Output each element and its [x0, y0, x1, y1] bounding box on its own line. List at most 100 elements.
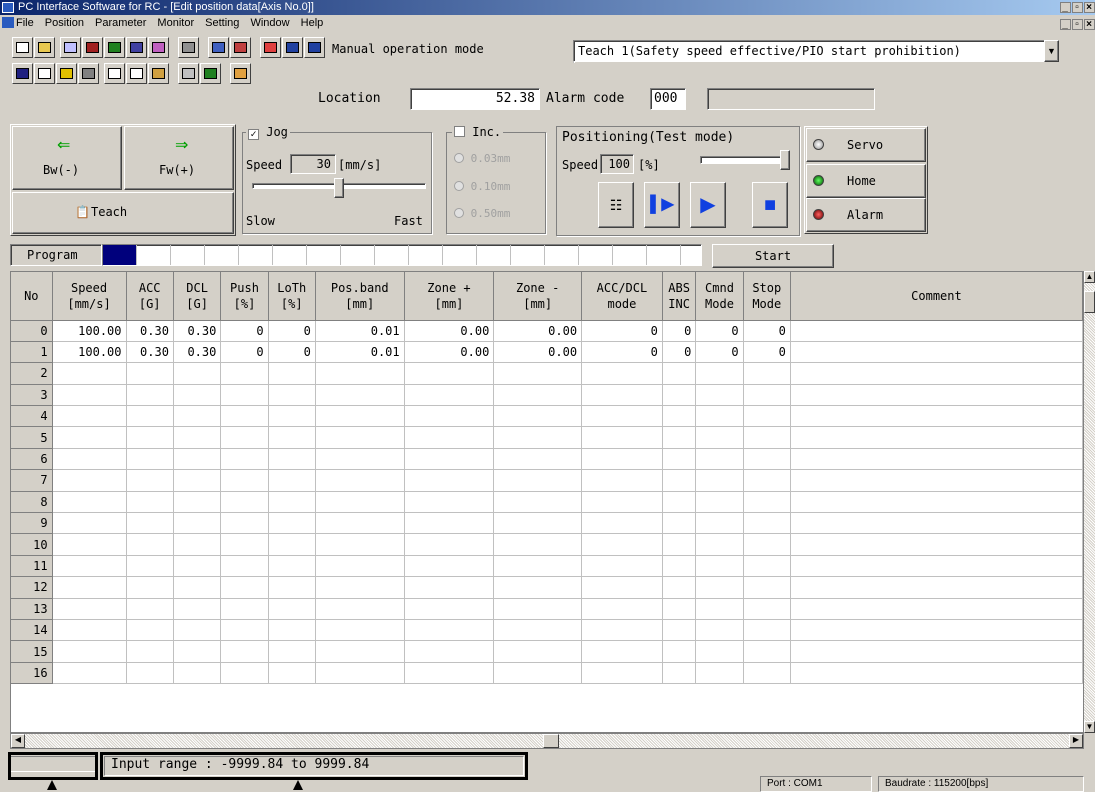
table-cell[interactable]: [52, 576, 127, 599]
tile-vertical-icon[interactable]: [304, 37, 325, 58]
teach-button[interactable]: 📋 Teach: [12, 192, 234, 234]
table-cell[interactable]: [220, 662, 269, 685]
table-cell[interactable]: [493, 384, 583, 407]
cut-icon[interactable]: [104, 63, 125, 84]
table-cell[interactable]: [268, 362, 316, 385]
close-button[interactable]: ×: [1084, 2, 1095, 13]
table-cell[interactable]: 0: [743, 320, 791, 342]
table-cell[interactable]: [743, 512, 791, 535]
table-cell[interactable]: [695, 426, 744, 449]
table-cell[interactable]: [404, 512, 495, 535]
table-cell[interactable]: [173, 555, 222, 578]
table-cell[interactable]: [173, 405, 222, 428]
table-cell[interactable]: 0.30: [126, 341, 174, 364]
table-cell[interactable]: [268, 598, 316, 620]
menu-file[interactable]: File: [16, 17, 34, 29]
table-cell[interactable]: [581, 512, 663, 535]
table-cell[interactable]: 0: [695, 341, 744, 364]
table-cell[interactable]: [404, 469, 495, 492]
step-run-button[interactable]: ▌▶: [644, 182, 680, 228]
table-row[interactable]: 6: [11, 448, 1083, 471]
table-cell[interactable]: [315, 384, 405, 407]
table-cell[interactable]: [220, 384, 269, 407]
table-cell[interactable]: [743, 662, 791, 685]
table-cell[interactable]: [695, 405, 744, 428]
table-cell[interactable]: [743, 384, 791, 407]
table-row[interactable]: 4: [11, 405, 1083, 428]
table-row[interactable]: 14: [11, 619, 1083, 642]
table-cell[interactable]: [790, 533, 1083, 556]
table-cell[interactable]: [790, 320, 1083, 342]
table-cell[interactable]: [173, 619, 222, 642]
table-cell[interactable]: [52, 533, 127, 556]
table-cell[interactable]: [493, 598, 583, 620]
table-cell[interactable]: [790, 426, 1083, 449]
table-cell[interactable]: [268, 533, 316, 556]
step-list-button[interactable]: ☷: [598, 182, 634, 228]
table-cell[interactable]: [493, 469, 583, 492]
table-row[interactable]: 15: [11, 640, 1083, 663]
table-cell[interactable]: [220, 555, 269, 578]
table-cell[interactable]: [581, 384, 663, 407]
table-cell[interactable]: [581, 426, 663, 449]
menu-position[interactable]: Position: [45, 17, 84, 29]
table-cell[interactable]: 0: [695, 320, 744, 342]
column-header[interactable]: ACC [G]: [126, 272, 174, 321]
table-cell[interactable]: [743, 405, 791, 428]
table-cell[interactable]: [126, 555, 174, 578]
table-cell[interactable]: [695, 384, 744, 407]
table-cell[interactable]: [695, 362, 744, 385]
table-cell[interactable]: [315, 662, 405, 685]
positioning-speed-slider[interactable]: [700, 156, 782, 164]
table-cell[interactable]: [268, 491, 316, 514]
table-cell[interactable]: 0.00: [404, 341, 495, 364]
copy-axis-icon[interactable]: [208, 37, 229, 58]
connect-icon[interactable]: [56, 63, 77, 84]
menu-setting[interactable]: Setting: [205, 17, 239, 29]
monitor-icon[interactable]: [82, 37, 103, 58]
column-header[interactable]: DCL [G]: [173, 272, 222, 321]
column-header[interactable]: Cmnd Mode: [695, 272, 744, 321]
table-cell[interactable]: [126, 533, 174, 556]
table-cell[interactable]: [662, 512, 697, 535]
table-cell[interactable]: [493, 405, 583, 428]
menu-monitor[interactable]: Monitor: [157, 17, 194, 29]
table-cell[interactable]: [315, 555, 405, 578]
table-cell[interactable]: [743, 598, 791, 620]
table-cell[interactable]: [268, 576, 316, 599]
table-cell[interactable]: [220, 576, 269, 599]
table-cell[interactable]: [52, 640, 127, 663]
column-header[interactable]: ABS INC: [662, 272, 697, 321]
table-cell[interactable]: 0: [220, 341, 269, 364]
table-cell[interactable]: [126, 405, 174, 428]
mode-select[interactable]: Teach 1(Safety speed effective/PIO start…: [573, 40, 1049, 62]
servo-button[interactable]: Servo: [806, 128, 926, 162]
table-cell[interactable]: [315, 576, 405, 599]
table-cell[interactable]: [173, 448, 222, 471]
table-cell[interactable]: [173, 640, 222, 663]
table-cell[interactable]: 0.30: [173, 341, 222, 364]
table-cell[interactable]: [790, 598, 1083, 620]
minimize-button[interactable]: _: [1060, 2, 1071, 13]
table-cell[interactable]: [404, 662, 495, 685]
inc-checkbox[interactable]: Inc.: [452, 125, 504, 139]
run-button[interactable]: ▶: [690, 182, 726, 228]
table-cell[interactable]: [173, 362, 222, 385]
table-cell[interactable]: [126, 619, 174, 642]
table-cell[interactable]: 0: [743, 341, 791, 364]
table-cell[interactable]: [695, 576, 744, 599]
table-cell[interactable]: [268, 662, 316, 685]
cascade-icon[interactable]: [260, 37, 281, 58]
table-row[interactable]: 9: [11, 512, 1083, 535]
doc-minimize-button[interactable]: _: [1060, 19, 1071, 30]
table-cell[interactable]: [581, 491, 663, 514]
table-cell[interactable]: [790, 469, 1083, 492]
table-cell[interactable]: 0.01: [315, 320, 405, 342]
table-row[interactable]: 5: [11, 426, 1083, 449]
table-cell[interactable]: [493, 640, 583, 663]
table-cell[interactable]: [493, 426, 583, 449]
table-cell[interactable]: [52, 512, 127, 535]
table-cell[interactable]: [52, 619, 127, 642]
table-cell[interactable]: 0.00: [493, 341, 583, 364]
table-row[interactable]: 16: [11, 662, 1083, 685]
